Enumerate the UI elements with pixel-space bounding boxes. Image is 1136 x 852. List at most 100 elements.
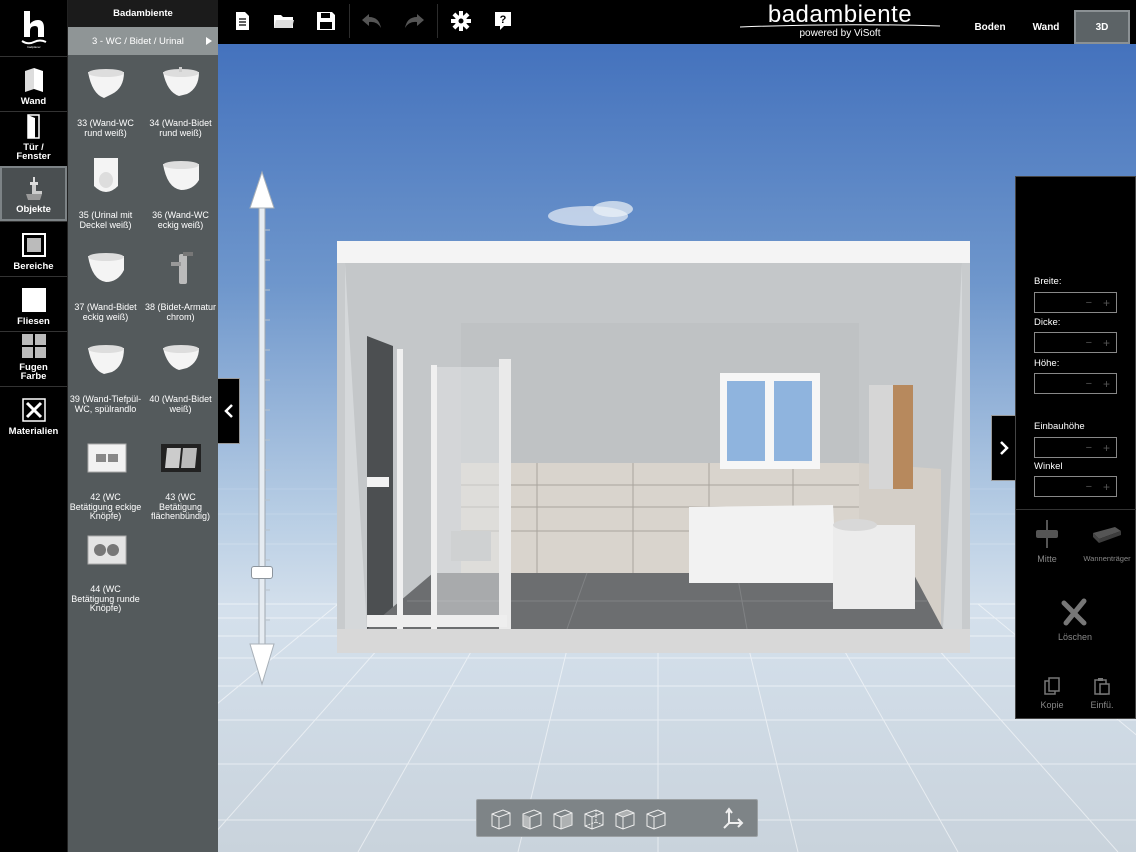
wall-bidet-round-icon	[162, 67, 199, 96]
tub-support-button[interactable]: Wannenträger	[1080, 519, 1134, 563]
angle-field[interactable]: − +	[1034, 476, 1117, 497]
tool-materials[interactable]: Materialien	[0, 386, 67, 441]
item-caption: 33 (Wand-WC rund weiß)	[77, 118, 134, 138]
item-caption: 43 (WC Betätigung flächenbündig)	[150, 492, 211, 521]
delete-button[interactable]: Löschen	[1052, 597, 1098, 642]
new-document-button[interactable]	[230, 9, 254, 33]
zoom-slider[interactable]	[248, 170, 276, 691]
tub-support-label: Wannenträger	[1083, 554, 1131, 563]
tool-objects[interactable]: Objekte	[0, 166, 67, 221]
undo-button[interactable]	[360, 9, 384, 33]
tab-3d[interactable]: 3D	[1074, 10, 1130, 44]
increment-button[interactable]: +	[1103, 441, 1110, 455]
library-item[interactable]: 43 (WC Betätigung flächenbündig)	[143, 438, 218, 522]
increment-button[interactable]: +	[1103, 480, 1110, 494]
library-item[interactable]: 39 (Wand-Tiefpül-WC, spülrandlo	[68, 340, 143, 414]
3d-viewport[interactable]	[218, 44, 1136, 852]
top-toolbar: ? badambiente powered by ViSoft Boden Wa…	[218, 0, 1136, 44]
tab-floor[interactable]: Boden	[962, 10, 1018, 44]
angle-label: Winkel	[1034, 461, 1063, 472]
cube-front-icon[interactable]	[489, 807, 513, 831]
panel-divider	[1016, 509, 1136, 510]
tool-grout[interactable]: Fugen Farbe	[0, 331, 67, 386]
tool-sidebar: badplaner Wand Tür / Fenster Objekte Ber…	[0, 0, 67, 852]
library-item[interactable]: 33 (Wand-WC rund weiß)	[68, 64, 143, 138]
thickness-field[interactable]: − +	[1034, 332, 1117, 353]
tool-areas[interactable]: Bereiche	[0, 221, 67, 276]
decrement-button[interactable]: −	[1086, 297, 1092, 309]
increment-button[interactable]: +	[1103, 296, 1110, 310]
height-field[interactable]: − +	[1034, 373, 1117, 394]
collapse-library-button[interactable]	[218, 378, 240, 444]
category-selector[interactable]: 3 - WC / Bidet / Urinal	[68, 27, 218, 55]
item-caption: 42 (WC Betätigung eckige Knöpfe)	[69, 492, 142, 521]
materials-icon	[21, 396, 47, 424]
decrement-button[interactable]: −	[1086, 481, 1092, 493]
library-item[interactable]: 42 (WC Betätigung eckige Knöpfe)	[68, 438, 143, 522]
tool-label: Objekte	[16, 204, 51, 215]
library-item[interactable]: 38 (Bidet-Armatur chrom)	[143, 248, 218, 322]
grout-icon	[21, 332, 47, 360]
decrement-button[interactable]: −	[1086, 442, 1092, 454]
install-height-field[interactable]: − +	[1034, 437, 1117, 458]
decrement-button[interactable]: −	[1086, 378, 1092, 390]
tile-icon	[21, 286, 47, 314]
faucet-icon	[21, 174, 47, 202]
expand-properties-button[interactable]	[991, 415, 1015, 481]
save-icon	[317, 12, 335, 30]
open-button[interactable]	[272, 9, 296, 33]
library-item[interactable]: 35 (Urinal mit Deckel weiß)	[68, 156, 143, 230]
axes-icon[interactable]	[721, 807, 745, 831]
cube-back-icon[interactable]	[582, 807, 606, 831]
redo-button[interactable]	[402, 9, 426, 33]
app-logo: badplaner	[0, 0, 67, 55]
save-button[interactable]	[314, 9, 338, 33]
tool-tiles[interactable]: Fliesen	[0, 276, 67, 331]
logo-icon: badplaner	[20, 10, 46, 49]
copy-button[interactable]: Kopie	[1036, 677, 1068, 710]
cube-side-icon[interactable]	[613, 807, 637, 831]
library-item[interactable]: 36 (Wand-WC eckig weiß)	[143, 156, 218, 230]
paste-button[interactable]: Einfü.	[1086, 677, 1118, 710]
wall-bidet-icon	[162, 345, 199, 370]
increment-button[interactable]: +	[1103, 336, 1110, 350]
wall-wc-round-icon	[87, 69, 124, 98]
center-label: Mitte	[1037, 554, 1057, 564]
increment-button[interactable]: +	[1103, 377, 1110, 391]
library-item[interactable]: 34 (Wand-Bidet rund weiß)	[143, 64, 218, 138]
library-title: Badambiente	[68, 0, 218, 27]
zoom-in-arrow-icon	[249, 170, 275, 209]
library-item[interactable]: 40 (Wand-Bidet weiß)	[143, 340, 218, 414]
category-label: 3 - WC / Bidet / Urinal	[92, 35, 184, 47]
library-item[interactable]: 44 (WC Betätigung runde Knöpfe)	[68, 530, 143, 614]
bidet-faucet-icon	[170, 252, 193, 284]
library-item[interactable]: 37 (Wand-Bidet eckig weiß)	[68, 248, 143, 322]
tool-wall[interactable]: Wand	[0, 56, 67, 111]
svg-text:badplaner: badplaner	[27, 45, 40, 49]
item-caption: 34 (Wand-Bidet rund weiß)	[149, 118, 212, 138]
help-icon: ?	[495, 12, 511, 30]
camera-view-toolbar	[476, 799, 758, 837]
width-field[interactable]: − +	[1034, 292, 1117, 313]
tool-door-window[interactable]: Tür / Fenster	[0, 111, 67, 166]
decrement-button[interactable]: −	[1086, 337, 1092, 349]
svg-text:?: ?	[500, 14, 507, 26]
tool-label: Fugen Farbe	[19, 362, 48, 382]
settings-button[interactable]	[449, 9, 473, 33]
undo-icon	[362, 14, 381, 28]
bathroom-3d-model[interactable]	[337, 241, 970, 653]
cube-iso-icon[interactable]	[644, 807, 668, 831]
zoom-slider-handle[interactable]	[251, 566, 273, 580]
wall-wc-rimless-icon	[87, 345, 124, 374]
tab-wall[interactable]: Wand	[1018, 10, 1074, 44]
help-button[interactable]: ?	[491, 9, 515, 33]
wall-bidet-square-icon	[87, 253, 124, 282]
cube-right-icon[interactable]	[551, 807, 575, 831]
center-align-icon	[1036, 520, 1058, 548]
tool-label: Bereiche	[13, 261, 54, 272]
center-button[interactable]: Mitte	[1030, 519, 1064, 564]
tool-label: Materialien	[8, 426, 59, 437]
cube-left-icon[interactable]	[520, 807, 544, 831]
toolbar-divider	[349, 4, 350, 38]
item-caption: 38 (Bidet-Armatur chrom)	[144, 302, 217, 322]
